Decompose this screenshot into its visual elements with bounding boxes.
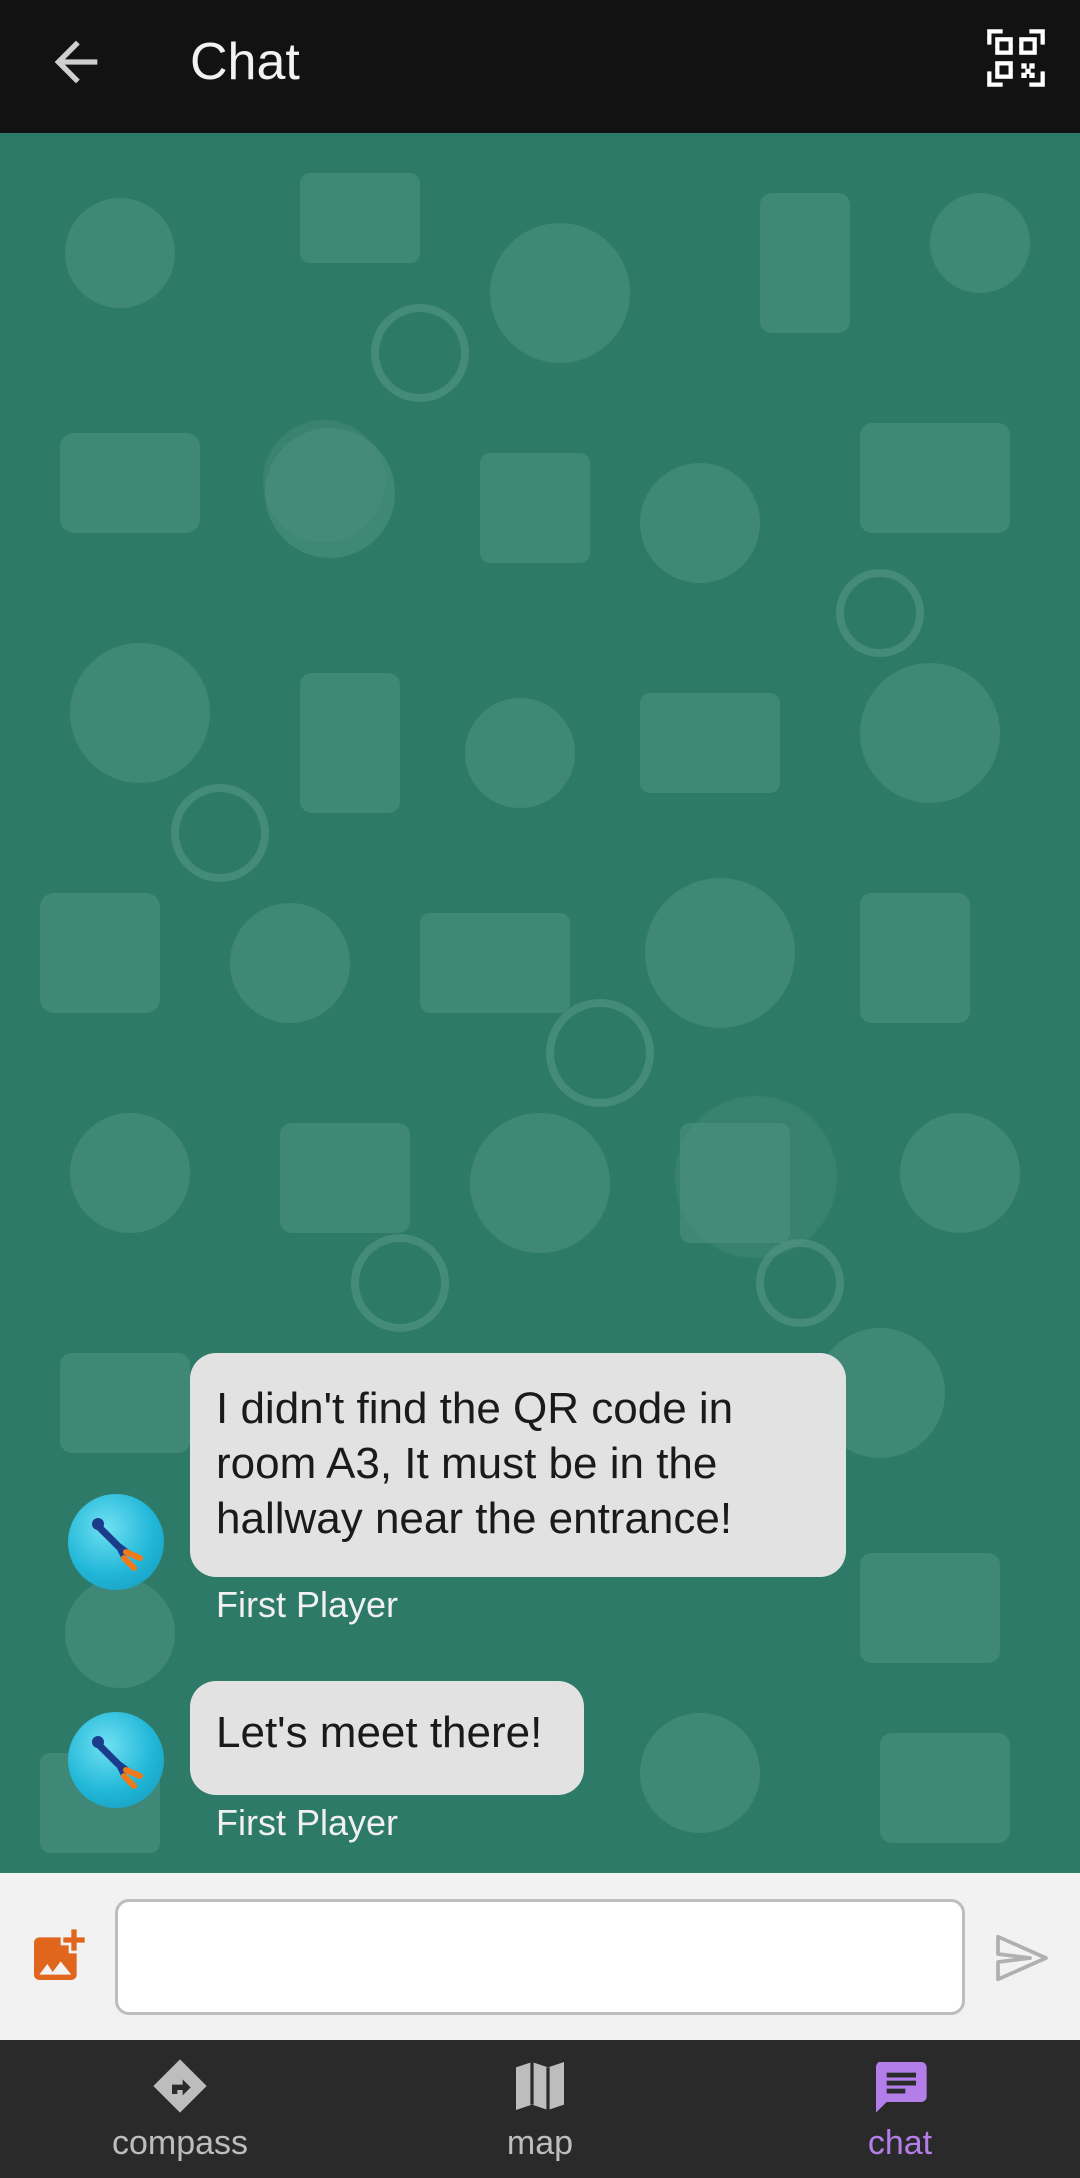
chat-messages-area[interactable]: I didn't find the QR code in room A3, It… <box>0 133 1080 1873</box>
map-icon <box>516 2062 564 2110</box>
message-composer <box>0 1873 1080 2040</box>
app-bar: Chat <box>0 0 1080 133</box>
avatar[interactable] <box>68 1494 164 1590</box>
add-photo-icon[interactable] <box>26 1924 90 1988</box>
chat-icon <box>876 2062 927 2113</box>
message-input[interactable] <box>115 1899 965 2015</box>
diver-icon <box>92 1518 143 1571</box>
message-line: I didn't find the QR code in <box>216 1384 734 1433</box>
arrow-left-icon[interactable] <box>44 30 108 94</box>
doodle-wallpaper <box>40 173 1030 1853</box>
message-line: room A3, It must be in the <box>216 1439 718 1488</box>
avatar[interactable] <box>68 1712 164 1808</box>
sender-name: First Player <box>216 1584 399 1625</box>
bottom-navigation: compass map chat <box>0 2040 1080 2178</box>
nav-label: compass <box>111 2124 249 2162</box>
sender-name: First Player <box>216 1802 399 1843</box>
nav-item-chat[interactable]: chat <box>750 2040 1050 2178</box>
qr-code-scan-icon[interactable] <box>984 26 1048 90</box>
message-line: hallway near the entrance! <box>216 1494 733 1543</box>
nav-label: chat <box>867 2124 933 2162</box>
diver-icon <box>92 1736 143 1789</box>
message-bubble[interactable]: I didn't find the QR code in room A3, It… <box>190 1353 846 1577</box>
message-bubble[interactable]: Let's meet there! <box>190 1681 584 1795</box>
send-icon[interactable] <box>990 1926 1054 1990</box>
nav-label: map <box>506 2124 574 2162</box>
compass-icon <box>153 2059 207 2113</box>
page-title: Chat <box>190 33 300 91</box>
message-line: Let's meet there! <box>216 1708 543 1757</box>
nav-item-map[interactable]: map <box>390 2040 690 2178</box>
nav-item-compass[interactable]: compass <box>30 2040 330 2178</box>
